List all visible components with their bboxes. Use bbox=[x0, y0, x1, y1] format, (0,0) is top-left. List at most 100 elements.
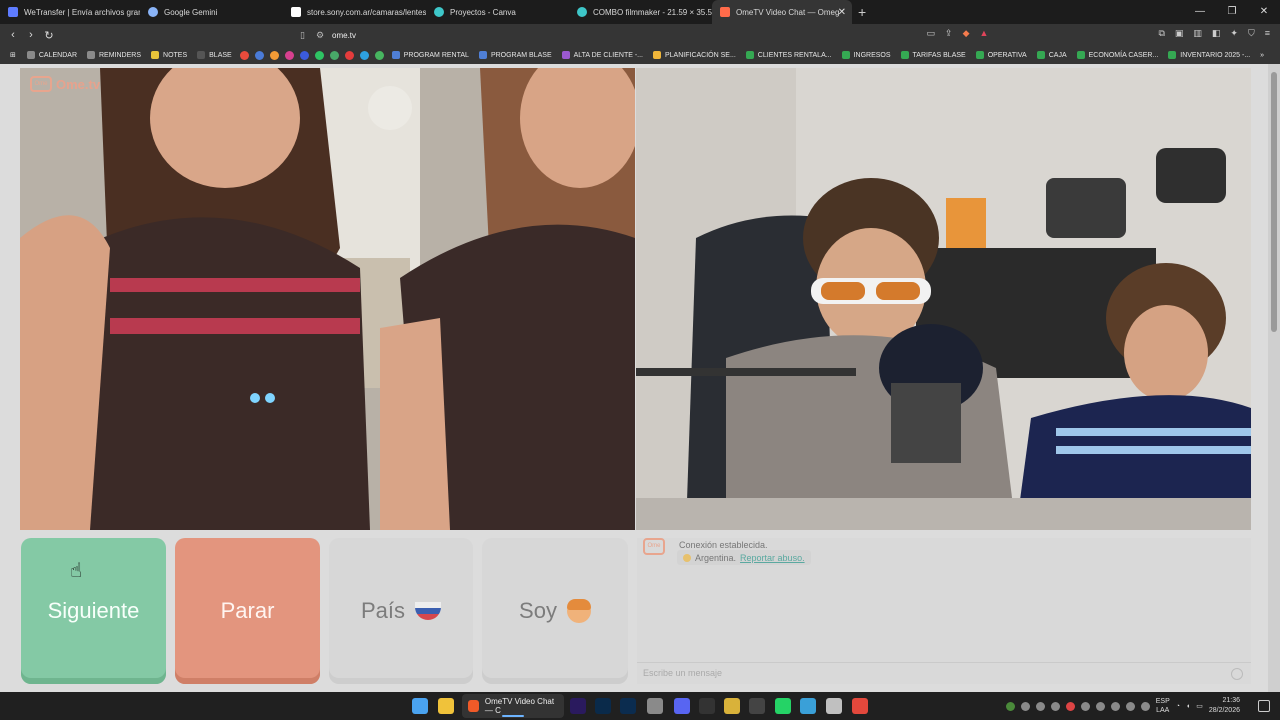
app-icon[interactable] bbox=[826, 698, 842, 714]
bookmark-inventario[interactable]: INVENTARIO 2025 -... bbox=[1163, 51, 1255, 59]
back-icon[interactable]: ‹ bbox=[4, 29, 22, 41]
bookmark-clientes-rental[interactable]: CLIENTES RENTALA... bbox=[741, 51, 837, 59]
tray-icon[interactable] bbox=[1125, 701, 1135, 711]
tab-ometv[interactable]: OmeTV Video Chat — Omeg ✕ bbox=[712, 0, 852, 24]
system-tray: ESP LAA ◔ ◖ ▭ 21:36 28/2/2026 bbox=[1005, 696, 1240, 716]
tab-wetransfer[interactable]: WeTransfer | Envía archivos grandes bbox=[0, 0, 140, 24]
app-icon[interactable] bbox=[359, 50, 369, 60]
photoshop-icon[interactable] bbox=[595, 698, 611, 714]
binance-icon[interactable] bbox=[724, 698, 740, 714]
app-icon[interactable] bbox=[852, 698, 868, 714]
maps-icon[interactable] bbox=[329, 50, 339, 60]
bookmark-operativa[interactable]: OPERATIVA bbox=[971, 51, 1032, 59]
tray-icon[interactable] bbox=[1140, 701, 1150, 711]
bookmark-planificacion[interactable]: PLANIFICACIÓN SE... bbox=[648, 51, 741, 59]
apps-icon[interactable]: ⊞ bbox=[4, 51, 22, 59]
bookmark-reminders[interactable]: REMINDERS bbox=[82, 51, 146, 59]
maximize-icon[interactable]: ❐ bbox=[1216, 0, 1248, 24]
bookmark-program-blase[interactable]: PROGRAM BLASE bbox=[474, 51, 557, 59]
tab-canva-combo[interactable]: COMBO filmmaker - 21.59 × 35.56 c bbox=[569, 0, 712, 24]
tab-label: WeTransfer | Envía archivos grandes bbox=[24, 7, 140, 17]
bookmark-caja[interactable]: CAJA bbox=[1032, 51, 1072, 59]
bookmark-alta-cliente[interactable]: ALTA DE CLIENTE -... bbox=[557, 51, 648, 59]
app-icon[interactable] bbox=[374, 50, 384, 60]
bookmark-program-rental[interactable]: PROGRAM RENTAL bbox=[387, 51, 474, 59]
more-bookmarks-icon[interactable]: » bbox=[1255, 52, 1269, 59]
volume-icon[interactable]: ◖ bbox=[1186, 703, 1190, 710]
notepad-icon[interactable] bbox=[647, 698, 663, 714]
facebook-icon[interactable] bbox=[299, 50, 309, 60]
close-window-icon[interactable]: ✕ bbox=[1248, 0, 1280, 24]
tray-icon[interactable] bbox=[1095, 701, 1105, 711]
site-settings-icon[interactable]: ⚙ bbox=[316, 30, 332, 41]
stop-button[interactable]: Parar bbox=[175, 538, 320, 684]
discord-icon[interactable] bbox=[674, 698, 690, 714]
instagram-icon[interactable] bbox=[284, 50, 294, 60]
app-icon[interactable] bbox=[800, 698, 816, 714]
shield-icon[interactable]: ⛉ bbox=[1248, 28, 1255, 39]
reload-icon[interactable]: ↻ bbox=[40, 29, 58, 42]
app-icon[interactable] bbox=[269, 50, 279, 60]
screenshot-icon[interactable]: ▭ bbox=[927, 28, 936, 39]
whatsapp-icon[interactable] bbox=[314, 50, 324, 60]
youtube-icon[interactable] bbox=[344, 50, 354, 60]
ometv-logo[interactable]: Ome Ome.tv bbox=[30, 76, 100, 92]
battery-icon[interactable]: ▭ bbox=[1196, 702, 1203, 710]
premiere-icon[interactable] bbox=[570, 698, 586, 714]
wallet-icon[interactable]: ▣ bbox=[1175, 28, 1184, 39]
share-icon[interactable]: ⇪ bbox=[945, 28, 953, 39]
new-tab-button[interactable]: + bbox=[858, 4, 866, 20]
close-tab-icon[interactable]: ✕ bbox=[838, 7, 846, 18]
tray-icon[interactable] bbox=[1020, 701, 1030, 711]
tray-icon[interactable] bbox=[1065, 701, 1075, 711]
scrollbar-thumb[interactable] bbox=[1271, 72, 1277, 332]
tab-sony[interactable]: store.sony.com.ar/camaras/lentes?m bbox=[283, 0, 426, 24]
bookmark-ingresos[interactable]: INGRESOS bbox=[837, 51, 896, 59]
bookmark-tarifas-blase[interactable]: TARIFAS BLASE bbox=[896, 51, 971, 59]
bookmark-notes[interactable]: NOTES bbox=[146, 51, 192, 59]
tray-icon[interactable] bbox=[1080, 701, 1090, 711]
emoji-icon[interactable] bbox=[1231, 668, 1243, 680]
address-bar[interactable]: ▯ ⚙ ome.tv bbox=[300, 27, 920, 43]
tab-gemini[interactable]: Google Gemini bbox=[140, 0, 283, 24]
bookmark-calendar[interactable]: CALENDAR bbox=[22, 51, 82, 59]
forward-icon[interactable]: › bbox=[22, 29, 40, 41]
next-button[interactable]: Siguiente bbox=[21, 538, 166, 684]
report-abuse-link[interactable]: Reportar abuso. bbox=[740, 553, 805, 563]
extensions-icon[interactable]: ⧉ bbox=[1158, 28, 1164, 39]
capcut-icon[interactable] bbox=[699, 698, 715, 714]
bookmark-icon[interactable]: ▯ bbox=[300, 30, 316, 41]
bookmark-blase[interactable]: BLASE bbox=[192, 51, 237, 59]
brave-rewards-icon[interactable]: ▲ bbox=[980, 28, 989, 39]
language-indicator[interactable]: ESP LAA bbox=[1156, 697, 1170, 715]
page-scrollbar[interactable] bbox=[1268, 64, 1280, 692]
lightroom-icon[interactable] bbox=[620, 698, 636, 714]
country-button[interactable]: País bbox=[329, 538, 473, 684]
tray-icon[interactable] bbox=[1005, 701, 1015, 711]
minimize-icon[interactable]: — bbox=[1184, 0, 1216, 24]
connection-status: Conexión establecida. bbox=[679, 540, 768, 550]
gmail-icon[interactable] bbox=[239, 50, 249, 60]
leo-icon[interactable]: ✦ bbox=[1230, 28, 1238, 39]
start-icon[interactable] bbox=[412, 698, 428, 714]
gender-button[interactable]: Soy bbox=[482, 538, 628, 684]
tray-icon[interactable] bbox=[1110, 701, 1120, 711]
drive-icon[interactable] bbox=[254, 50, 264, 60]
tab-label: Proyectos - Canva bbox=[450, 7, 516, 17]
whatsapp-icon[interactable] bbox=[775, 698, 791, 714]
bookmark-economia[interactable]: ECONOMÍA CASER... bbox=[1072, 51, 1164, 59]
wifi-icon[interactable]: ◔ bbox=[1176, 703, 1180, 710]
tray-icon[interactable] bbox=[1050, 701, 1060, 711]
chatgpt-icon[interactable] bbox=[749, 698, 765, 714]
notifications-icon[interactable] bbox=[1258, 700, 1270, 712]
taskbar-ometv[interactable]: OmeTV Video Chat — C bbox=[462, 694, 564, 718]
chat-input[interactable]: Escribe un mensaje bbox=[637, 662, 1251, 684]
extension-icon[interactable]: ◆ bbox=[963, 28, 970, 39]
file-explorer-icon[interactable] bbox=[438, 698, 454, 714]
tab-canva-projects[interactable]: Proyectos - Canva bbox=[426, 0, 569, 24]
sidebar-icon[interactable]: ▥ bbox=[1193, 28, 1202, 39]
clock[interactable]: 21:36 28/2/2026 bbox=[1209, 696, 1240, 716]
tray-icon[interactable] bbox=[1035, 701, 1045, 711]
menu-icon[interactable]: ≡ bbox=[1265, 28, 1270, 39]
vpn-icon[interactable]: ◧ bbox=[1212, 28, 1221, 39]
